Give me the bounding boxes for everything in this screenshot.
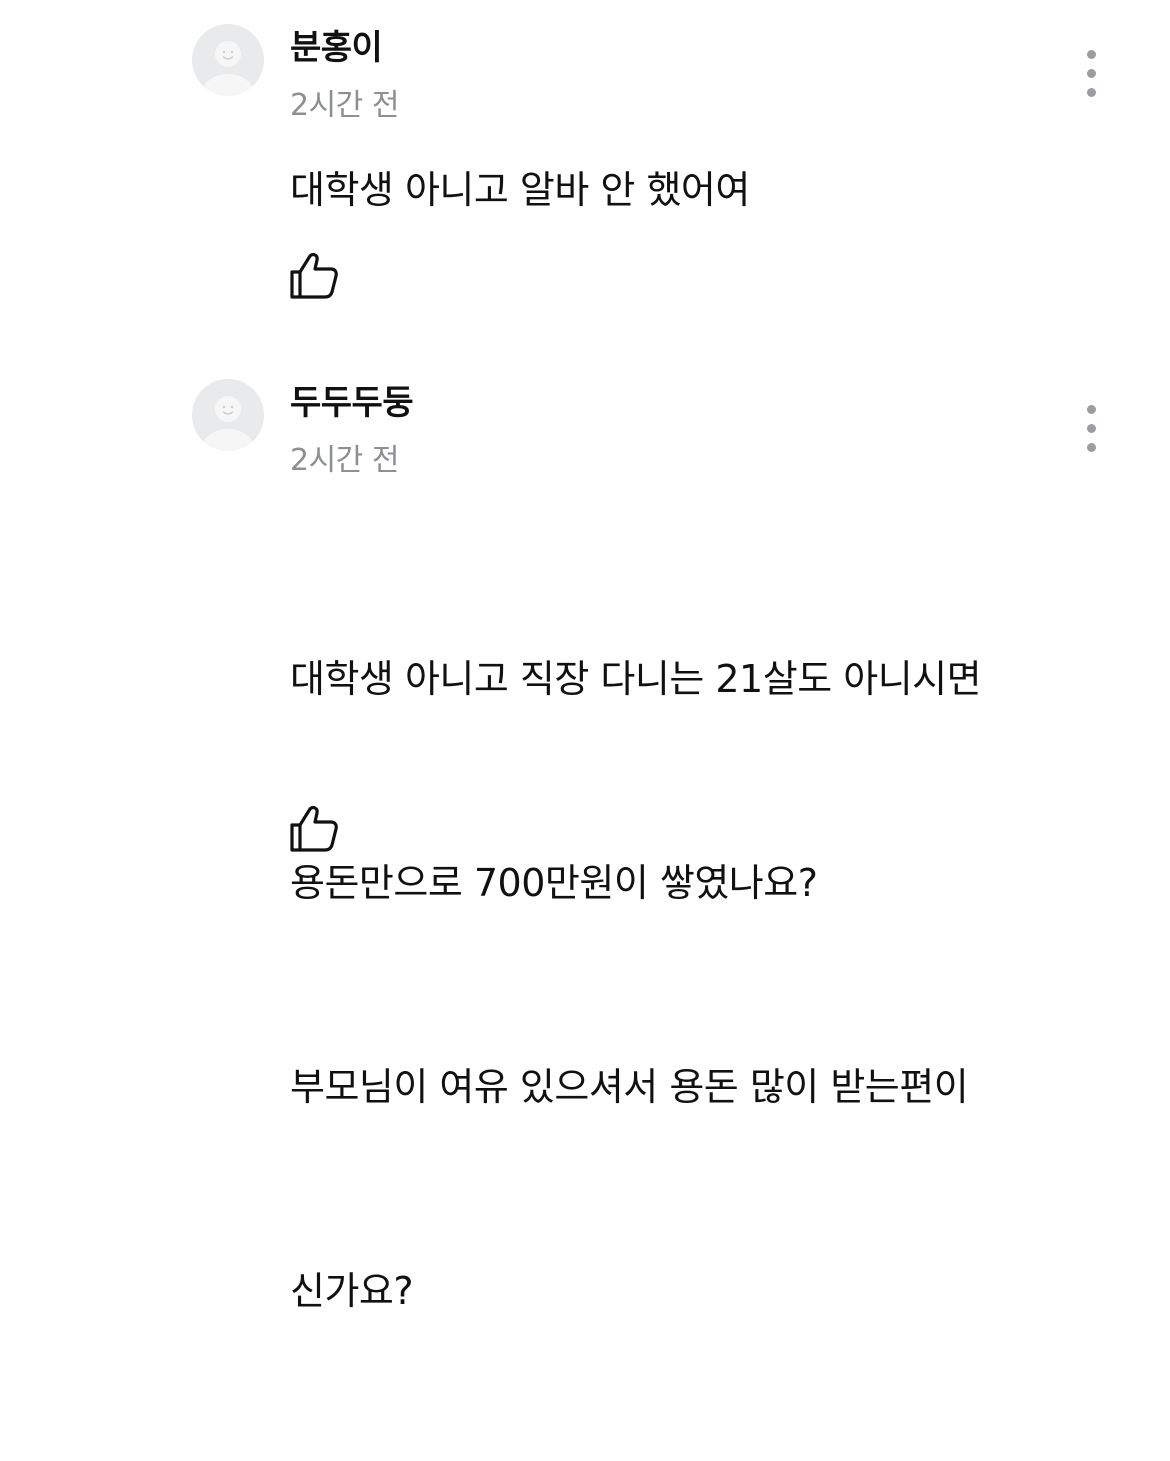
comment-body-line: 대학생 아니고 직장 다니는 21살도 아니시면 [290,657,982,701]
comment-body-line: 신가요? [290,1269,414,1313]
comment-timestamp: 2시간 전 [290,443,399,478]
comment-body-line: 용돈만으로 700만원이 쌓였나요? [290,861,818,905]
more-vertical-icon[interactable] [1070,46,1114,102]
more-vertical-icon[interactable] [1070,401,1114,457]
comment-body: 대학생 아니고 알바 안 했어여 [290,168,750,212]
thumbs-up-icon [290,253,338,299]
avatar[interactable] [192,24,264,96]
avatar[interactable] [192,379,264,451]
comment-item: 두두두둥 2시간 전 대학생 아니고 직장 다니는 21살도 아니시면 용돈만으… [0,355,1170,1313]
thumbs-up-icon [290,806,338,852]
default-profile-face-icon [192,24,264,96]
comment-body-line: 부모님이 여유 있으셔서 용돈 많이 받는편이 [290,1065,969,1109]
comment-item: 분홍이 2시간 전 대학생 아니고 알바 안 했어여 [0,0,1170,340]
default-profile-face-icon [192,379,264,451]
comment-timestamp: 2시간 전 [290,88,399,123]
like-button[interactable] [286,803,342,855]
comment-author[interactable]: 두두두둥 [290,381,414,425]
like-button[interactable] [286,250,342,302]
comment-author[interactable]: 분홍이 [290,26,383,70]
comment-body: 대학생 아니고 직장 다니는 21살도 아니시면 용돈만으로 700만원이 쌓였… [290,509,1120,1461]
